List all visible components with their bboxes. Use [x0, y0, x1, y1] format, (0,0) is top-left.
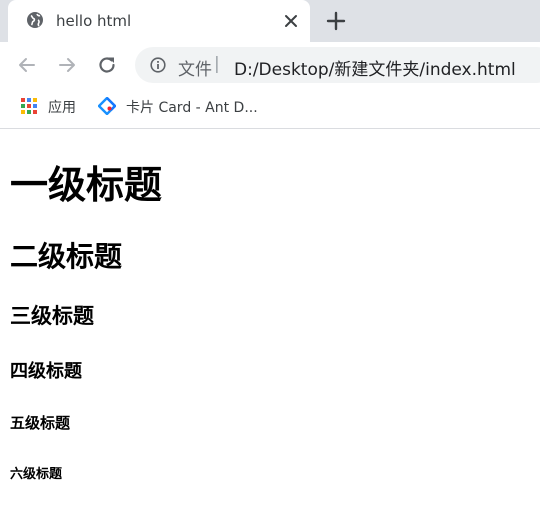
browser-window: hello html 文件 | D:/Desktop/新建文件夹/index.h… [0, 0, 540, 530]
plus-icon[interactable] [326, 11, 346, 31]
page-content: 一级标题 二级标题 三级标题 四级标题 五级标题 六级标题 [0, 129, 540, 530]
ant-design-icon [98, 97, 116, 115]
tab-title: hello html [56, 12, 132, 30]
bookmarks-bar: 应用 卡片 Card - Ant D... [0, 88, 540, 129]
globe-icon [27, 12, 43, 28]
heading-level-6: 六级标题 [10, 467, 63, 482]
url-text[interactable]: D:/Desktop/新建文件夹/index.html [234, 55, 516, 80]
heading-level-1: 一级标题 [10, 163, 163, 207]
url-scheme-label: 文件 [178, 60, 212, 80]
heading-level-3: 三级标题 [10, 304, 94, 328]
tab-hello-html[interactable]: hello html [8, 0, 310, 42]
arrow-left-icon[interactable] [16, 54, 38, 76]
reload-icon[interactable] [96, 54, 118, 76]
info-icon[interactable] [150, 57, 166, 73]
bookmark-label: 应用 [48, 100, 76, 116]
apps-grid-icon [21, 98, 37, 114]
heading-level-2: 二级标题 [10, 240, 123, 273]
close-icon[interactable] [282, 12, 300, 30]
heading-level-4: 四级标题 [10, 361, 82, 382]
url-separator: | [214, 54, 220, 74]
heading-level-5: 五级标题 [10, 414, 71, 432]
bookmark-label: 卡片 Card - Ant D... [126, 100, 258, 116]
arrow-right-icon[interactable] [56, 54, 78, 76]
address-bar[interactable]: 文件 | D:/Desktop/新建文件夹/index.html [135, 47, 540, 83]
browser-toolbar: 文件 | D:/Desktop/新建文件夹/index.html [0, 42, 540, 88]
tab-strip: hello html [0, 0, 540, 42]
